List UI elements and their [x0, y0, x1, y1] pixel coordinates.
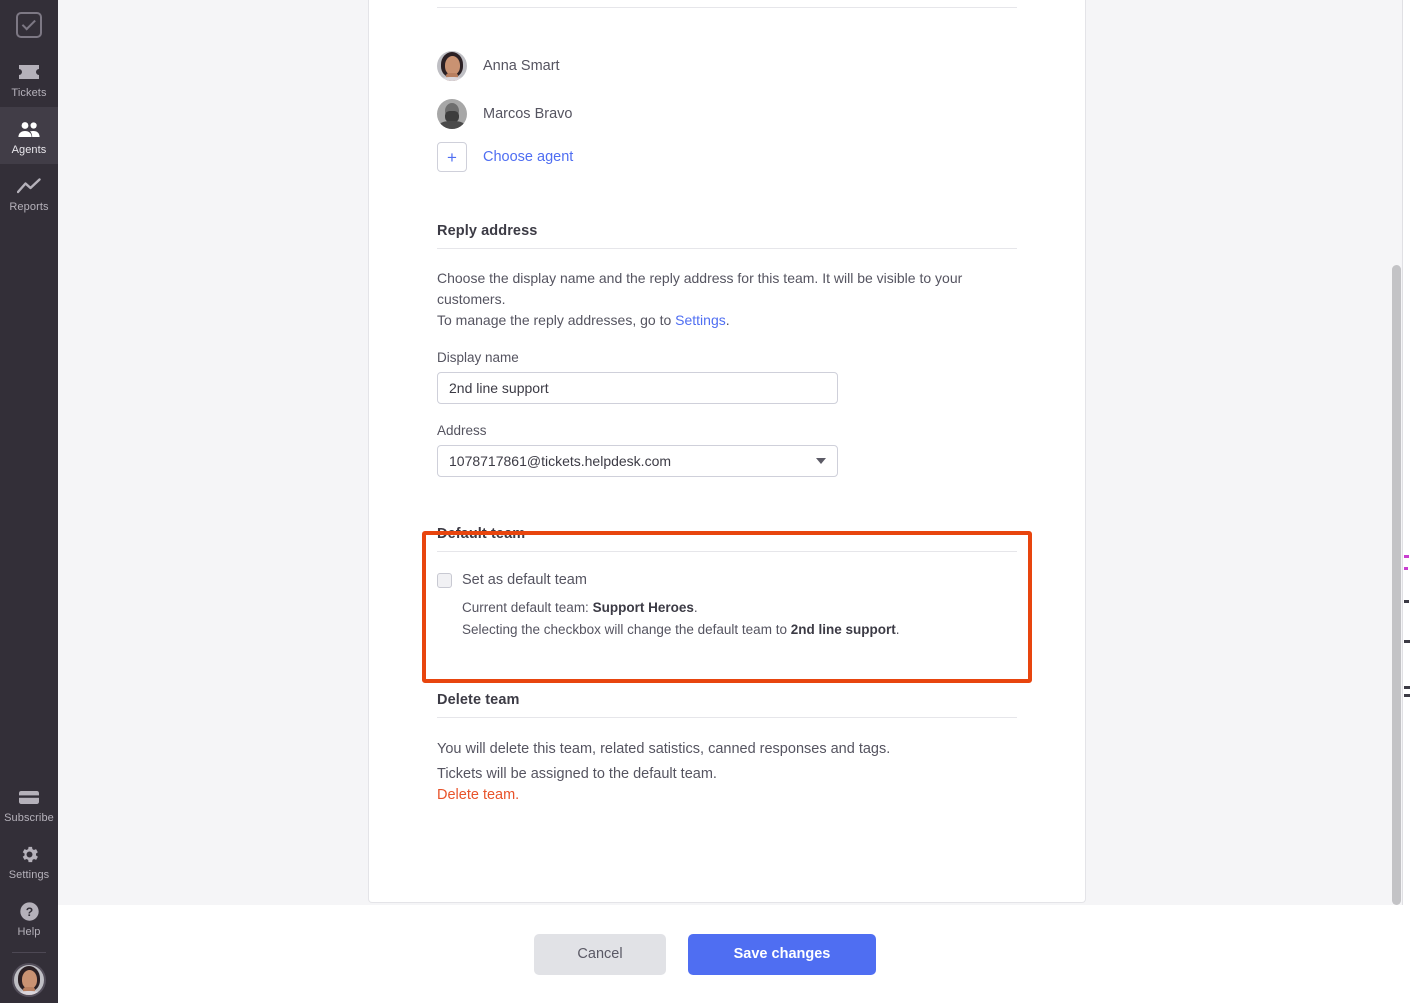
svg-text:?: ?: [25, 904, 32, 918]
set-default-team-row[interactable]: Set as default team: [437, 571, 1017, 590]
sidebar-item-tickets[interactable]: Tickets: [0, 50, 58, 107]
sidebar-label-subscribe: Subscribe: [4, 812, 54, 824]
sidebar-label-agents: Agents: [11, 144, 47, 156]
settings-link[interactable]: Settings: [675, 312, 726, 328]
address-select-value: 1078717861@tickets.helpdesk.com: [449, 453, 672, 469]
reply-description-line2-prefix: To manage the reply addresses, go to: [437, 312, 676, 328]
checkbox-logo-icon: [16, 12, 42, 38]
address-label: Address: [437, 423, 487, 438]
avatar: [437, 51, 467, 81]
cancel-button[interactable]: Cancel: [534, 933, 666, 975]
background-window-sliver: [1402, 0, 1410, 905]
change-default-prefix: Selecting the checkbox will change the d…: [462, 622, 791, 637]
list-item[interactable]: Marcos Bravo: [437, 90, 1017, 138]
delete-team-line1: You will delete this team, related satis…: [437, 741, 891, 757]
sidebar-label-help: Help: [17, 926, 41, 938]
agent-name: Marcos Bravo: [483, 106, 573, 122]
sidebar-divider: [12, 952, 46, 953]
delete-team-line2: Tickets will be assigned to the default …: [437, 766, 717, 782]
card-icon: [18, 785, 40, 809]
sidebar-label-tickets: Tickets: [11, 87, 47, 99]
change-default-team-line: Selecting the checkbox will change the d…: [462, 619, 1017, 641]
choose-agent-row[interactable]: + Choose agent: [437, 142, 1017, 172]
main-sidebar: Tickets Agents Reports Subscribe Setting…: [0, 0, 58, 1003]
sliver-mark: [1404, 694, 1410, 697]
sidebar-label-settings: Settings: [8, 869, 50, 881]
gear-icon: [19, 842, 40, 866]
reply-address-section: Reply address Choose the display name an…: [437, 223, 1017, 477]
ticket-icon: [18, 60, 40, 84]
page-scrollbar-thumb[interactable]: [1392, 265, 1401, 905]
current-default-suffix: .: [693, 600, 698, 615]
display-name-input[interactable]: 2nd line support: [437, 372, 838, 404]
agent-name: Anna Smart: [483, 58, 560, 74]
sliver-mark: [1404, 567, 1408, 570]
current-default-prefix: Current default team:: [462, 600, 593, 615]
agents-section-divider: [437, 7, 1017, 8]
save-changes-button[interactable]: Save changes: [688, 933, 876, 975]
default-team-notes: Current default team: Support Heroes. Se…: [462, 597, 1017, 641]
sidebar-item-help[interactable]: ? Help: [0, 889, 58, 946]
set-default-team-label: Set as default team: [462, 572, 587, 588]
delete-team-link[interactable]: Delete team.: [437, 787, 1017, 803]
current-default-team-line: Current default team: Support Heroes.: [462, 597, 1017, 619]
delete-team-title: Delete team: [437, 692, 520, 708]
plus-icon[interactable]: +: [437, 142, 467, 172]
sliver-mark: [1404, 686, 1410, 689]
sidebar-item-reports[interactable]: Reports: [0, 164, 58, 221]
question-circle-icon: ?: [19, 899, 40, 923]
default-team-title: Default team: [437, 526, 526, 542]
delete-team-section: Delete team You will delete this team, r…: [437, 692, 1017, 803]
chevron-down-icon: [816, 458, 826, 464]
sidebar-item-agents[interactable]: Agents: [0, 107, 58, 164]
delete-team-divider: [437, 717, 1017, 718]
reply-address-description: Choose the display name and the reply ad…: [437, 268, 1017, 331]
trend-line-icon: [17, 174, 41, 198]
reply-address-title: Reply address: [437, 223, 538, 239]
app-logo[interactable]: [0, 0, 58, 50]
form-action-bar: Cancel Save changes: [58, 905, 1410, 1003]
delete-team-notes: You will delete this team, related satis…: [437, 737, 1017, 803]
sliver-mark: [1404, 555, 1409, 558]
account-avatar-button[interactable]: [0, 957, 58, 1003]
sidebar-item-settings[interactable]: Settings: [0, 832, 58, 889]
avatar: [14, 965, 44, 995]
default-team-divider: [437, 551, 1017, 552]
reply-description-line1: Choose the display name and the reply ad…: [437, 270, 963, 307]
change-default-team-name: 2nd line support: [790, 622, 896, 637]
display-name-label: Display name: [437, 350, 519, 365]
current-default-team-name: Support Heroes: [592, 600, 694, 615]
sidebar-item-subscribe[interactable]: Subscribe: [0, 775, 58, 832]
app-root: Tickets Agents Reports Subscribe Setting…: [0, 0, 1410, 1003]
sliver-mark: [1404, 600, 1409, 603]
agents-list: Anna Smart Marcos Bravo + Choose agent: [437, 42, 1017, 172]
team-settings-card: Agents Anna Smart: [368, 0, 1086, 903]
list-item[interactable]: Anna Smart: [437, 42, 1017, 90]
change-default-suffix: .: [895, 622, 900, 637]
address-select[interactable]: 1078717861@tickets.helpdesk.com: [437, 445, 838, 477]
sidebar-label-reports: Reports: [9, 201, 49, 213]
reply-description-line2-suffix: .: [725, 312, 730, 328]
people-icon: [17, 117, 41, 141]
sliver-mark: [1404, 640, 1410, 643]
agents-section: Agents Anna Smart: [437, 0, 1017, 172]
avatar: [437, 99, 467, 129]
choose-agent-link[interactable]: Choose agent: [483, 149, 573, 165]
reply-address-divider: [437, 248, 1017, 249]
set-default-team-checkbox[interactable]: [437, 573, 452, 588]
default-team-section: Default team Set as default team Current…: [437, 526, 1017, 641]
